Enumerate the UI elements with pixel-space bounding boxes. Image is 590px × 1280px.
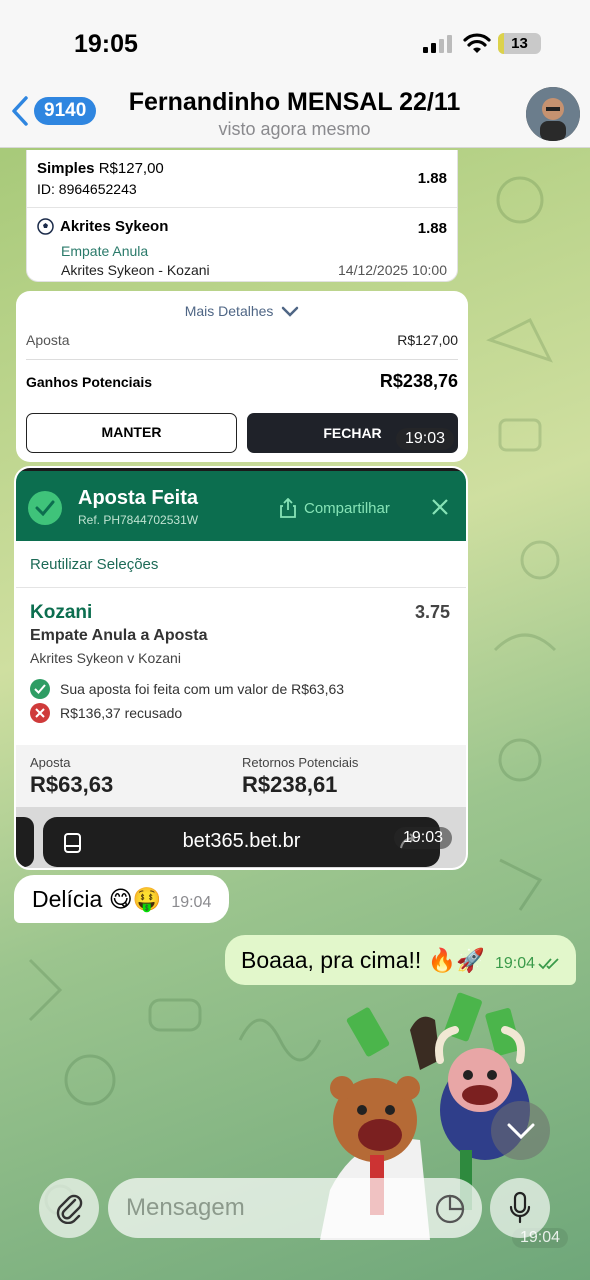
receipt-header: Aposta Feita Ref. PH7844702531W Comparti…: [16, 471, 466, 541]
potential-winnings-label: Ganhos Potenciais: [26, 374, 153, 390]
fixture-date: 14/12/2025 10:00: [338, 262, 447, 278]
accepted-stake-row: Sua aposta foi feita com um valor de R$6…: [30, 679, 344, 699]
attach-button[interactable]: [39, 1178, 99, 1238]
bet-odds: 1.88: [417, 170, 447, 187]
cellular-signal-icon: [423, 35, 452, 53]
bet-id: ID: 8964652243: [37, 181, 137, 197]
stake-label: Aposta: [26, 332, 70, 348]
message-input[interactable]: [108, 1178, 482, 1238]
previous-tab-edge: [16, 817, 34, 867]
last-seen-status: visto agora mesmo: [218, 119, 371, 139]
browser-toolbar: bet365.bet.br 19:03: [16, 807, 466, 868]
bet-slip-card: Simples R$127,00 ID: 8964652243 1.88 Akr…: [26, 150, 458, 282]
receipt-totals: Aposta R$63,63 Retornos Potenciais R$238…: [16, 745, 466, 807]
sticker-icon[interactable]: [434, 1193, 466, 1225]
selection-fixture: Akrites Sykeon v Kozani: [30, 650, 181, 666]
bet-summary-panel: Mais Detalhes Aposta R$127,00 Ganhos Pot…: [16, 291, 468, 462]
bet-receipt-screenshot[interactable]: Aposta Feita Ref. PH7844702531W Comparti…: [14, 466, 468, 870]
voice-message-button[interactable]: [490, 1178, 550, 1238]
battery-indicator: 13: [498, 33, 541, 54]
close-icon: [432, 499, 448, 515]
selection-market: Empate Anula a Aposta: [30, 627, 208, 644]
selection-fixture: Akrites Sykeon - Kozani: [61, 262, 210, 278]
battery-percentage: 13: [511, 35, 528, 52]
status-bar: 19:05 13: [0, 0, 590, 80]
divider: [16, 587, 466, 588]
chat-title[interactable]: Fernandinho MENSAL 22/11: [112, 88, 477, 117]
avatar-photo: [526, 87, 580, 141]
selection-name: Akrites Sykeon: [60, 218, 169, 235]
chat-header: 9140 Fernandinho MENSAL 22/11 visto agor…: [0, 80, 590, 148]
check-icon: [30, 679, 50, 699]
divider: [26, 359, 458, 360]
share-label: Compartilhar: [304, 499, 390, 517]
bet-amount: R$127,00: [98, 160, 164, 177]
paperclip-icon: [56, 1194, 83, 1224]
url-text: bet365.bet.br: [182, 830, 301, 852]
divider: [27, 207, 457, 208]
bet-type: Simples: [37, 160, 95, 177]
selection-odds: 1.88: [417, 220, 447, 237]
microphone-icon: [509, 1191, 531, 1224]
message-time: 19:04: [494, 955, 535, 972]
bet-slip-screenshot[interactable]: Simples R$127,00 ID: 8964652243 1.88 Akr…: [14, 150, 468, 462]
unread-count-badge: 9140: [34, 97, 97, 125]
check-circle-icon: [28, 491, 62, 525]
stake-value: R$63,63: [30, 772, 114, 797]
selection-odds: 3.75: [414, 602, 450, 622]
stake-label: Aposta: [30, 755, 71, 770]
returns-label: Retornos Potenciais: [242, 755, 359, 770]
more-details-label: Mais Detalhes: [184, 303, 274, 319]
share-button: Compartilhar: [280, 498, 390, 518]
reuse-selections-link: Reutilizar Seleções: [30, 556, 159, 573]
selection-row: Akrites Sykeon: [37, 218, 168, 235]
soccer-ball-icon: [37, 218, 54, 235]
rejected-stake-text: R$136,37 recusado: [60, 705, 183, 721]
more-details-link[interactable]: Mais Detalhes: [16, 303, 468, 319]
accepted-stake-text: Sua aposta foi feita com um valor de R$6…: [60, 681, 345, 697]
chevron-down-icon: [507, 1123, 534, 1139]
message-meta: 19:04: [495, 955, 560, 973]
returns-value: R$238,61: [242, 772, 338, 797]
url-bar: bet365.bet.br: [43, 817, 440, 867]
receipt-title: Aposta Feita: [78, 487, 199, 509]
avatar[interactable]: [526, 87, 580, 141]
chevron-down-icon: [282, 307, 299, 318]
double-check-icon: [538, 958, 559, 970]
scroll-to-bottom-button[interactable]: [491, 1101, 550, 1160]
chevron-left-icon: [12, 96, 28, 126]
cross-icon: [30, 703, 50, 723]
outgoing-message[interactable]: Boaaa, pra cima!! 🔥🚀 19:04: [225, 935, 576, 985]
incoming-message[interactable]: Delícia 😋🤑 19:04: [14, 875, 230, 923]
share-icon: [280, 498, 296, 518]
status-time: 19:05: [74, 30, 138, 58]
selection-name: Kozani: [30, 602, 93, 623]
back-button[interactable]: 9140: [10, 95, 97, 127]
message-time: 19:04: [171, 894, 212, 911]
message-time: 19:03: [396, 428, 455, 450]
receipt-reference: Ref. PH7844702531W: [78, 513, 199, 527]
message-text: Delícia 😋🤑: [32, 885, 162, 912]
message-time: 19:03: [394, 827, 453, 849]
rejected-stake-row: R$136,37 recusado: [30, 703, 182, 723]
selection-market: Empate Anula: [61, 243, 149, 259]
message-text: Boaaa, pra cima!! 🔥🚀: [241, 946, 485, 973]
wifi-icon: [463, 33, 491, 53]
keep-button: MANTER: [26, 413, 237, 453]
stake-value: R$127,00: [397, 332, 458, 348]
potential-winnings-value: R$238,76: [379, 371, 458, 391]
bet-type-row: Simples R$127,00 ID: 8964652243: [37, 160, 164, 197]
